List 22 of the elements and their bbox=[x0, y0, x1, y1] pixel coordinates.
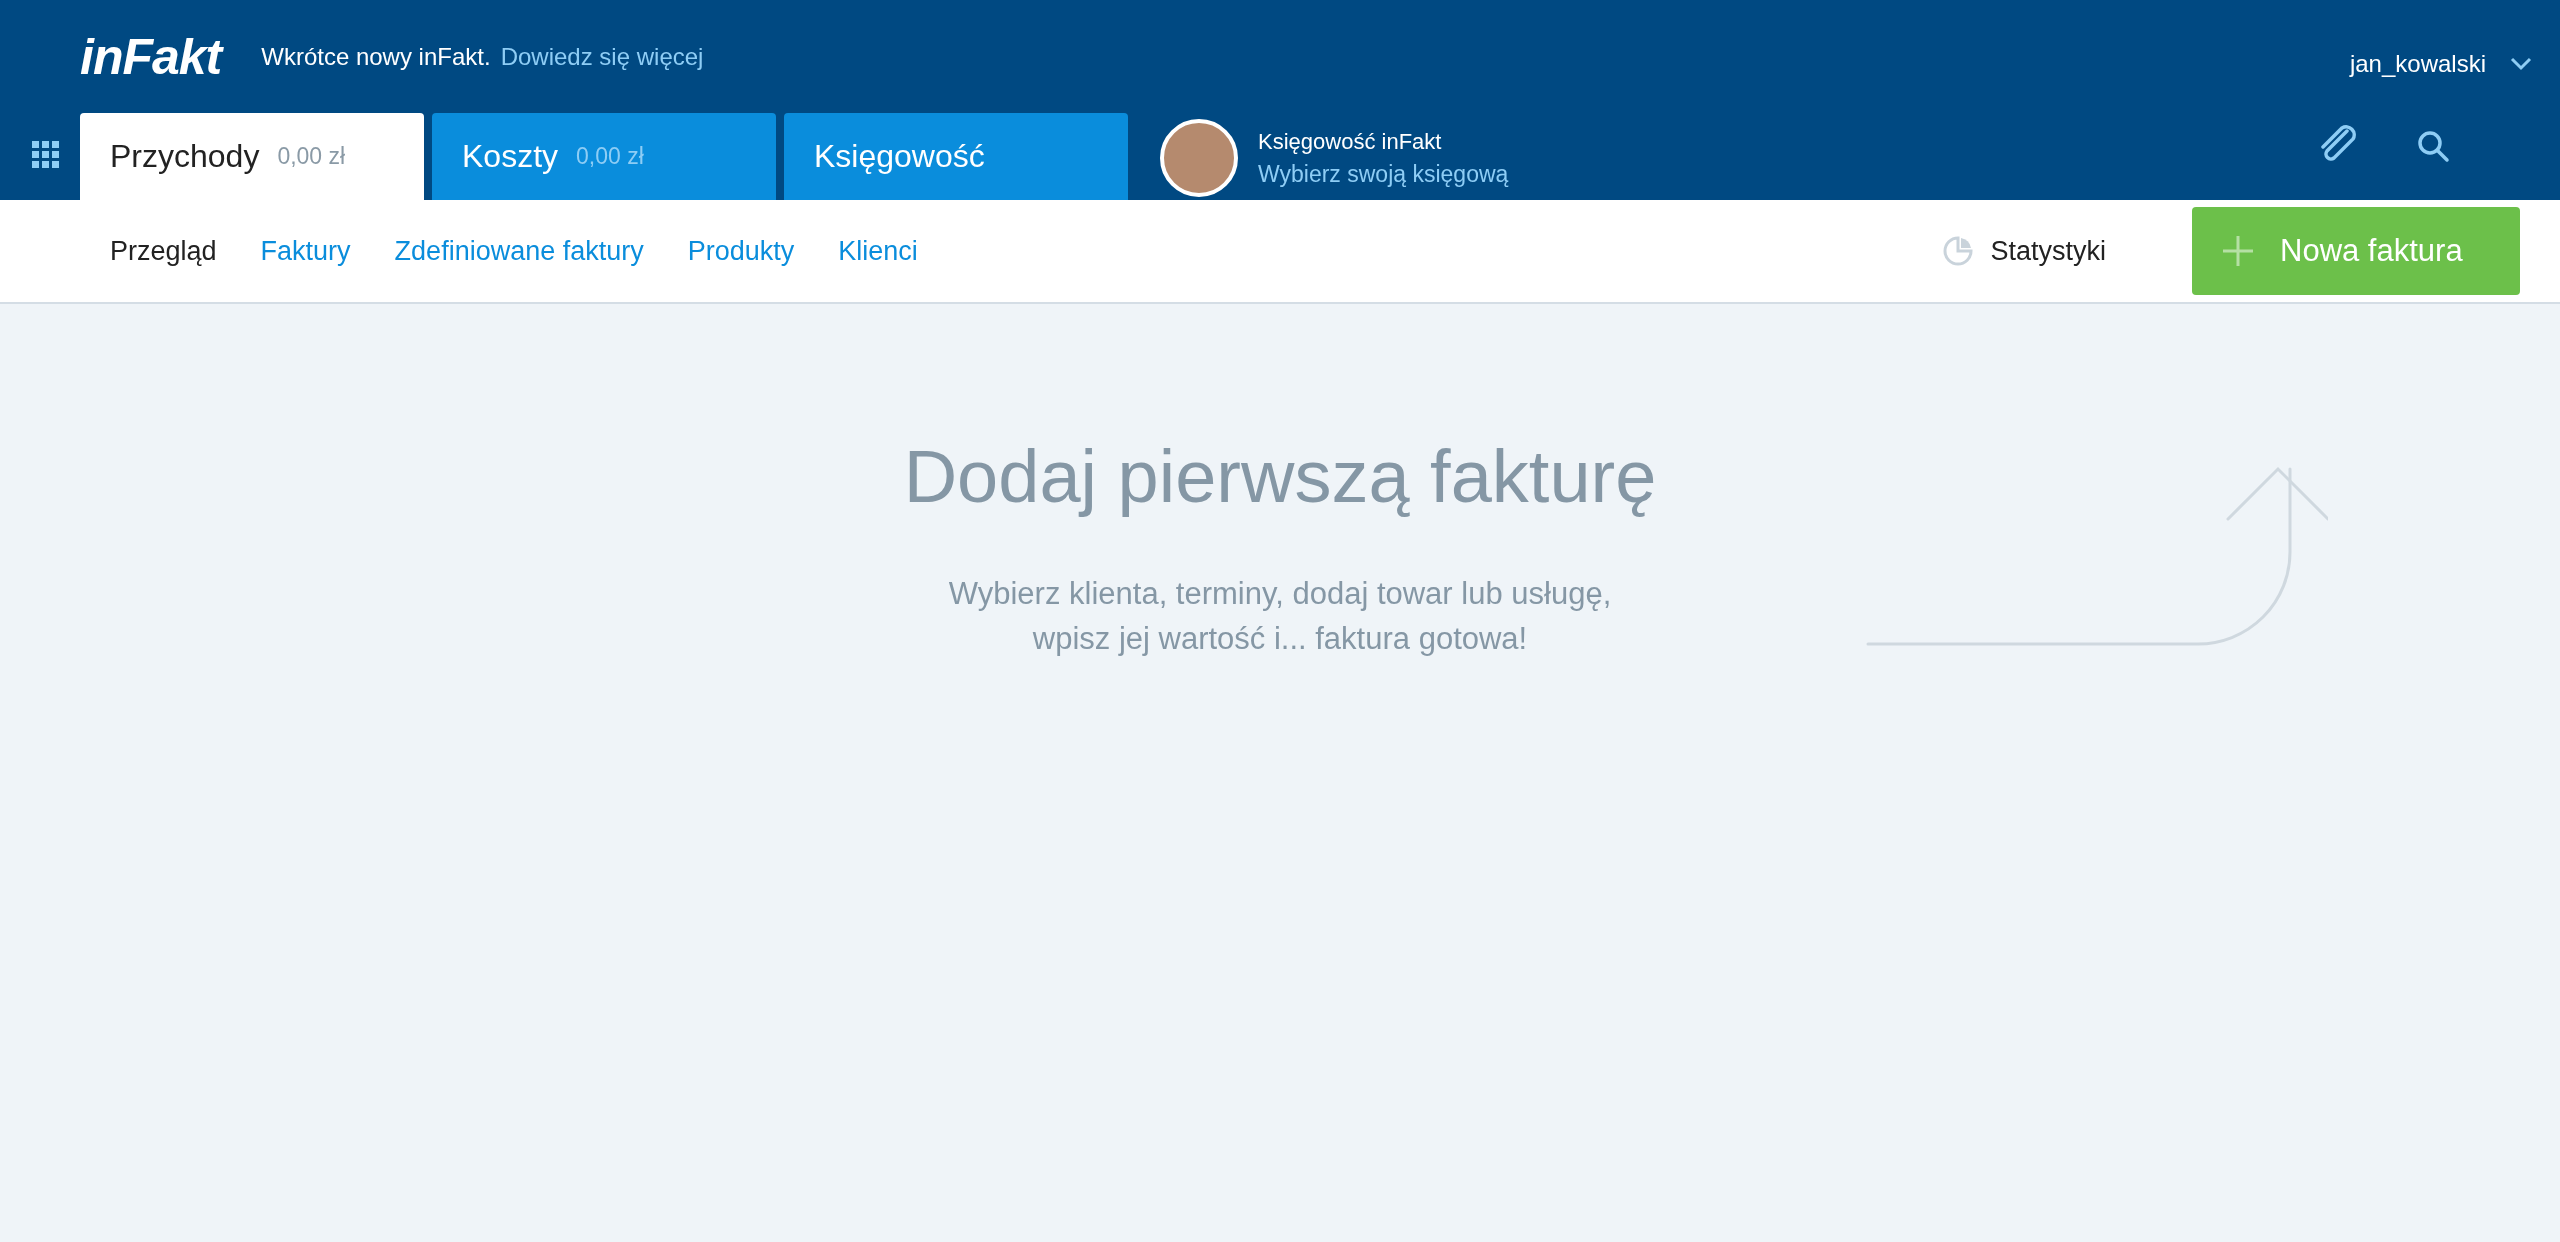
subnav-link[interactable]: Produkty bbox=[687, 235, 795, 267]
subnav-link[interactable]: Przegląd bbox=[110, 235, 217, 267]
subnav-link[interactable]: Klienci bbox=[838, 235, 918, 267]
apps-grid-icon[interactable] bbox=[32, 140, 60, 169]
empty-state-description: Wybierz klienta, terminy, dodaj towar lub usługę, wpisz jej wartość i... faktura gotowa! bbox=[948, 575, 1612, 658]
logo[interactable]: inFakt bbox=[80, 28, 222, 86]
pie-chart-icon bbox=[1942, 235, 1975, 267]
notice-text: Wkrótce nowy inFakt. bbox=[261, 43, 491, 71]
subnav-link[interactable]: Zdefiniowane faktury bbox=[394, 235, 644, 267]
module-tab[interactable]: Przychody 0,00 zł bbox=[80, 113, 424, 200]
statistics-link[interactable]: Statystyki bbox=[1990, 235, 2106, 267]
subnav-link[interactable]: Faktury bbox=[260, 235, 351, 267]
learn-more-link[interactable]: Dowiedz się więcej bbox=[500, 43, 704, 71]
choose-accountant-link[interactable]: Wybierz swoją księgową bbox=[1258, 160, 1509, 188]
search-icon[interactable] bbox=[2416, 129, 2450, 163]
plus-icon bbox=[2222, 235, 2254, 267]
module-tab[interactable]: Księgowość bbox=[784, 113, 1128, 200]
accountant-title: Księgowość inFakt bbox=[1258, 128, 1443, 155]
empty-state-title: Dodaj pierwszą fakturę bbox=[903, 434, 1657, 519]
module-tab[interactable]: Koszty 0,00 zł bbox=[432, 113, 776, 200]
user-menu[interactable]: jan_kowalski bbox=[2349, 50, 2532, 78]
chevron-down-icon bbox=[2510, 57, 2532, 71]
